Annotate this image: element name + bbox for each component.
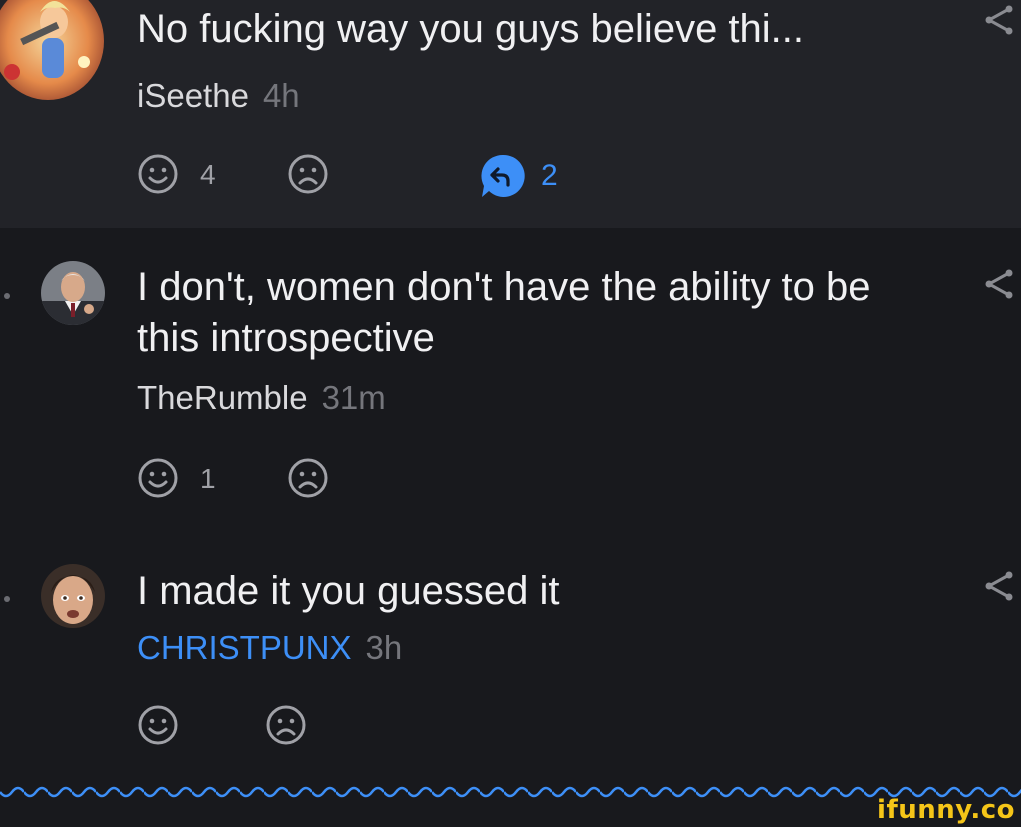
comment-meta: iSeethe 4h <box>137 76 300 116</box>
unsmile-icon[interactable] <box>287 153 329 195</box>
smile-icon[interactable] <box>137 457 179 499</box>
unsmile-icon[interactable] <box>287 457 329 499</box>
wavy-divider <box>0 784 1021 804</box>
comment-text[interactable]: I made it you guessed it <box>137 566 937 617</box>
thread-bullet <box>4 596 10 602</box>
smile-count: 1 <box>200 463 216 494</box>
reply-icon[interactable] <box>480 153 526 199</box>
avatar[interactable] <box>41 564 105 628</box>
avatar-image <box>0 0 104 100</box>
share-icon[interactable] <box>983 570 1015 602</box>
share-icon[interactable] <box>983 268 1015 300</box>
avatar-image <box>41 564 105 628</box>
thread-bullet <box>4 293 10 299</box>
author-name[interactable]: TheRumble <box>137 379 308 416</box>
smile-icon[interactable] <box>137 704 179 746</box>
comment-1: No fucking way you guys believe thi... i… <box>0 0 1021 228</box>
comment-3: I made it you guessed it CHRISTPUNX 3h <box>0 528 1021 778</box>
timestamp: 4h <box>262 77 300 114</box>
reply-count: 2 <box>541 159 558 192</box>
avatar-image <box>41 261 105 325</box>
comment-text[interactable]: I don't, women don't have the ability to… <box>137 262 937 364</box>
comment-meta: TheRumble 31m <box>137 378 386 418</box>
comment-actions <box>137 704 337 752</box>
comment-actions: 4 2 <box>137 153 597 201</box>
watermark-logo: ifunny.co <box>877 795 1015 825</box>
author-name[interactable]: iSeethe <box>137 77 249 114</box>
smile-icon[interactable] <box>137 153 179 195</box>
share-icon[interactable] <box>983 4 1015 36</box>
comment-2: I don't, women don't have the ability to… <box>0 228 1021 528</box>
timestamp: 3h <box>365 629 403 666</box>
unsmile-icon[interactable] <box>265 704 307 746</box>
timestamp: 31m <box>321 379 386 416</box>
smile-count: 4 <box>200 159 216 190</box>
avatar[interactable] <box>0 0 104 100</box>
comment-meta: CHRISTPUNX 3h <box>137 628 402 668</box>
author-name[interactable]: CHRISTPUNX <box>137 629 352 666</box>
avatar[interactable] <box>41 261 105 325</box>
comment-actions: 1 <box>137 457 357 505</box>
comment-text[interactable]: No fucking way you guys believe thi... <box>137 4 937 55</box>
